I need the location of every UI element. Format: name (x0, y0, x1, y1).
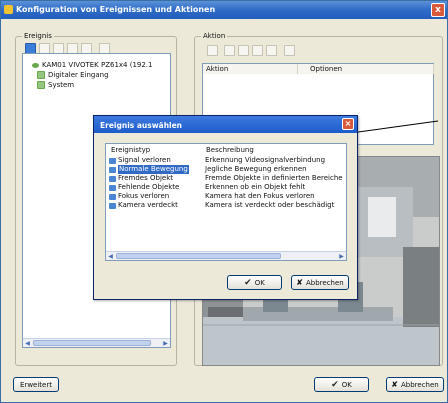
dialog-titlebar[interactable]: Ereignis auswählen × (94, 116, 357, 133)
select-event-dialog: Ereignis auswählen × Ereignistyp Beschre… (93, 115, 358, 300)
dialog-close-button[interactable]: × (342, 118, 354, 130)
cross-icon: ✘ (296, 278, 303, 287)
camera-covered-icon (109, 202, 116, 209)
column-header-ereignistyp[interactable]: Ereignistyp (111, 146, 150, 154)
dialog-title: Ereignis auswählen (100, 121, 183, 130)
scroll-right-icon[interactable]: ▶ (338, 253, 345, 260)
object-icon (109, 175, 116, 182)
ok-label: OK (254, 278, 265, 287)
event-row-kamera-verdeckt[interactable]: Kamera verdeckt Kamera ist verdeckt oder… (106, 201, 346, 210)
scroll-left-icon[interactable]: ◀ (107, 253, 114, 260)
list-horizontal-scrollbar[interactable]: ◀ ▶ (106, 251, 346, 260)
event-row-fokus-verloren[interactable]: Fokus verloren Kamera hat den Fokus verl… (106, 192, 346, 201)
event-row-fremdes-objekt[interactable]: Fremdes Objekt Fremde Objekte in definie… (106, 174, 346, 183)
event-row-fehlende-objekte[interactable]: Fehlende Objekte Erkennen ob ein Objekt … (106, 183, 346, 192)
motion-icon (109, 166, 116, 173)
signal-icon (109, 157, 116, 164)
missing-object-icon (109, 184, 116, 191)
event-row-signal-verloren[interactable]: Signal verloren Erkennung Videosignalver… (106, 156, 346, 165)
cancel-label: Abbrechen (305, 278, 344, 287)
check-icon: ✔ (244, 277, 252, 288)
event-row-normale-bewegung[interactable]: Normale Bewegung Jegliche Bewegung erken… (106, 165, 346, 174)
event-type-list[interactable]: Ereignistyp Beschreibung Signal verloren… (105, 143, 347, 261)
scrollbar-thumb[interactable] (116, 253, 281, 259)
dialog-cancel-button[interactable]: ✘ Abbrechen (291, 275, 349, 290)
dialog-ok-button[interactable]: ✔ OK (227, 275, 282, 290)
column-header-beschreibung[interactable]: Beschreibung (206, 146, 254, 154)
focus-icon (109, 193, 116, 200)
